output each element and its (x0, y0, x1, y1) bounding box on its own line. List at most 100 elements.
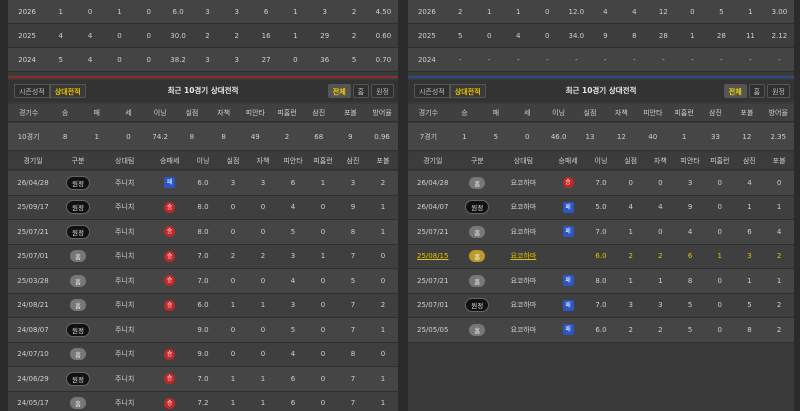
game-row[interactable]: 26/04/28 원정 주니치 패 6.0 3 3 6 1 3 2 (8, 171, 398, 196)
game-date-text: 24/08/07 (17, 325, 49, 334)
opponent-name: 요코하마 (510, 276, 537, 285)
yearly-cell: 2025 (417, 31, 436, 40)
summary-value-cell: 8 (221, 132, 226, 141)
game-stat: 8.0 (197, 227, 209, 236)
filter-away[interactable]: 원정 (767, 84, 790, 98)
filter-home[interactable]: 홈 (748, 84, 766, 98)
section-divider (8, 76, 398, 78)
summary-value-cell: 9 (348, 132, 353, 141)
game-opponent: 요코하마 (497, 325, 550, 335)
opponent-name[interactable]: 요코하마 (511, 252, 537, 260)
game-location: 홈 (58, 299, 98, 312)
game-date: 25/05/05 (408, 326, 457, 334)
yearly-cell: - (546, 55, 549, 64)
game-date: 25/07/21 (408, 277, 457, 285)
summary-value-cell: 2 (284, 132, 290, 141)
game-row[interactable]: 25/07/01 원정 요코하마 패 7.0 3 3 5 0 5 2 (408, 293, 794, 318)
filter-away[interactable]: 원정 (371, 84, 394, 98)
game-stat: 2 (260, 252, 266, 261)
game-row[interactable]: 25/03/28 홈 주니치 승 7.0 0 0 4 0 5 0 (8, 269, 398, 294)
games-header-cell: 포볼 (772, 157, 786, 165)
game-row[interactable]: 25/07/01 홈 주니치 승 7.0 2 2 3 1 7 0 (8, 244, 398, 269)
games-header-cell: 피홈런 (710, 157, 730, 165)
summary-header-cell: 피안타 (643, 108, 663, 117)
yearly-cell: 4 (87, 31, 93, 40)
game-result: 승 (151, 373, 188, 385)
location-badge: 원정 (465, 298, 490, 313)
game-stat: 0 (320, 276, 326, 285)
game-date-text[interactable]: 25/08/15 (417, 252, 448, 260)
game-row[interactable]: 24/07/10 홈 주니치 승 9.0 0 0 4 0 8 0 (8, 342, 398, 367)
yearly-cell: 2024 (417, 55, 436, 64)
game-stat: 0 (230, 276, 236, 285)
game-row[interactable]: 25/07/21 원정 주니치 승 8.0 0 0 5 0 8 1 (8, 220, 398, 245)
games-header-cell: 구분 (71, 157, 85, 165)
game-row[interactable]: 24/06/29 원정 주니치 승 7.0 1 1 6 0 7 1 (8, 367, 398, 392)
game-row[interactable]: 24/08/07 원정 주니치 9.0 0 0 5 0 7 1 (8, 318, 398, 343)
opponent-name: 요코하마 (510, 227, 537, 236)
yearly-cell: 3 (205, 55, 210, 64)
game-stat: 6.0 (197, 301, 209, 310)
game-opponent: 요코하마 (497, 300, 550, 310)
summary-value-cell: 12 (742, 132, 752, 141)
game-stat: 7 (350, 301, 356, 310)
game-location: 홈 (457, 323, 497, 336)
yearly-cell: 0 (487, 31, 492, 40)
game-date-text: 25/03/28 (17, 276, 49, 285)
section-divider (408, 76, 794, 78)
game-date-text: 25/05/05 (417, 325, 449, 334)
game-result: 패 (550, 324, 586, 336)
filter-all[interactable]: 전체 (723, 84, 747, 98)
game-stat: 1 (776, 203, 782, 212)
game-result: 패 (550, 226, 586, 238)
yearly-cell: 1 (487, 7, 492, 16)
game-stat: 5 (747, 301, 752, 310)
yearly-cell: 2026 (18, 7, 36, 16)
game-stat: 1 (380, 227, 386, 236)
game-stat: 7.0 (595, 301, 607, 310)
location-badge: 홈 (469, 225, 486, 238)
opponent-name: 주니치 (115, 399, 135, 408)
yearly-cell: - (487, 55, 491, 64)
game-stat: 1 (260, 301, 266, 310)
game-stat: 2 (380, 301, 386, 310)
location-badge: 원정 (66, 200, 90, 215)
game-stat: 3 (687, 178, 693, 187)
location-badge: 홈 (70, 299, 86, 312)
game-row[interactable]: 26/04/28 홈 요코하마 승 7.0 0 0 3 0 4 0 (408, 171, 794, 196)
opponent-name: 요코하마 (510, 203, 537, 212)
game-row[interactable]: 25/05/05 홈 요코하마 패 6.0 2 2 5 0 8 2 (408, 318, 794, 343)
game-row[interactable]: 25/09/17 원정 주니치 승 8.0 0 0 4 0 9 1 (8, 195, 398, 220)
filter-all[interactable]: 전체 (327, 84, 351, 98)
game-row[interactable]: 25/08/15 홈 요코하마 6.0 2 2 6 1 3 2 (408, 244, 794, 269)
result-badge: 승 (164, 299, 176, 311)
game-date-text: 25/07/21 (417, 227, 449, 236)
game-location: 원정 (58, 371, 98, 386)
game-row[interactable]: 25/07/21 홈 요코하마 패 7.0 1 0 4 0 6 4 (408, 220, 794, 245)
game-stat: 3 (658, 301, 663, 310)
summary-header-cell: 세 (524, 108, 531, 117)
summary-header-cell: 포볼 (343, 108, 357, 117)
location-badge: 홈 (70, 397, 86, 410)
game-location: 홈 (457, 250, 497, 263)
yearly-cell: 6.0 (172, 7, 184, 16)
game-stat: 8 (687, 276, 693, 285)
game-stat: 7 (350, 374, 356, 383)
yearly-cell: 28 (716, 31, 726, 40)
games-list: 26/04/28 원정 주니치 패 6.0 3 3 6 1 3 2 25/09/17 원정 주니치 승 8.0… (8, 171, 398, 411)
yearly-cell: - (691, 55, 694, 64)
game-row[interactable]: 24/08/21 홈 주니치 승 6.0 1 1 3 0 7 2 (8, 293, 398, 318)
yearly-stats-table: 2026 1 0 1 0 6.0 3 3 6 1 3 2 4.50 2025 4 4 0 0 30.0 2 2 16 1 29… (8, 0, 398, 72)
game-stat: 1 (380, 399, 386, 408)
summary-header-cell: 삼진 (709, 108, 722, 117)
game-row[interactable]: 25/07/21 홈 요코하마 패 8.0 1 1 8 0 1 1 (408, 269, 794, 294)
yearly-cell: 2 (458, 7, 463, 16)
result-badge: 승 (164, 250, 176, 262)
yearly-cell: 9 (603, 31, 608, 40)
filter-home[interactable]: 홈 (352, 84, 370, 98)
result-badge: 패 (164, 177, 176, 189)
game-row[interactable]: 26/04/07 원정 요코하마 패 5.0 4 4 9 0 1 1 (408, 195, 794, 220)
summary-value-cell: 12 (616, 132, 626, 141)
left-pitcher-panel: 2026 1 0 1 0 6.0 3 3 6 1 3 2 4.50 2025 4 4 0 0 30.0 2 2 16 1 29… (8, 0, 398, 411)
game-row[interactable]: 24/05/17 홈 주니치 승 7.2 1 1 6 0 7 1 (8, 391, 398, 411)
